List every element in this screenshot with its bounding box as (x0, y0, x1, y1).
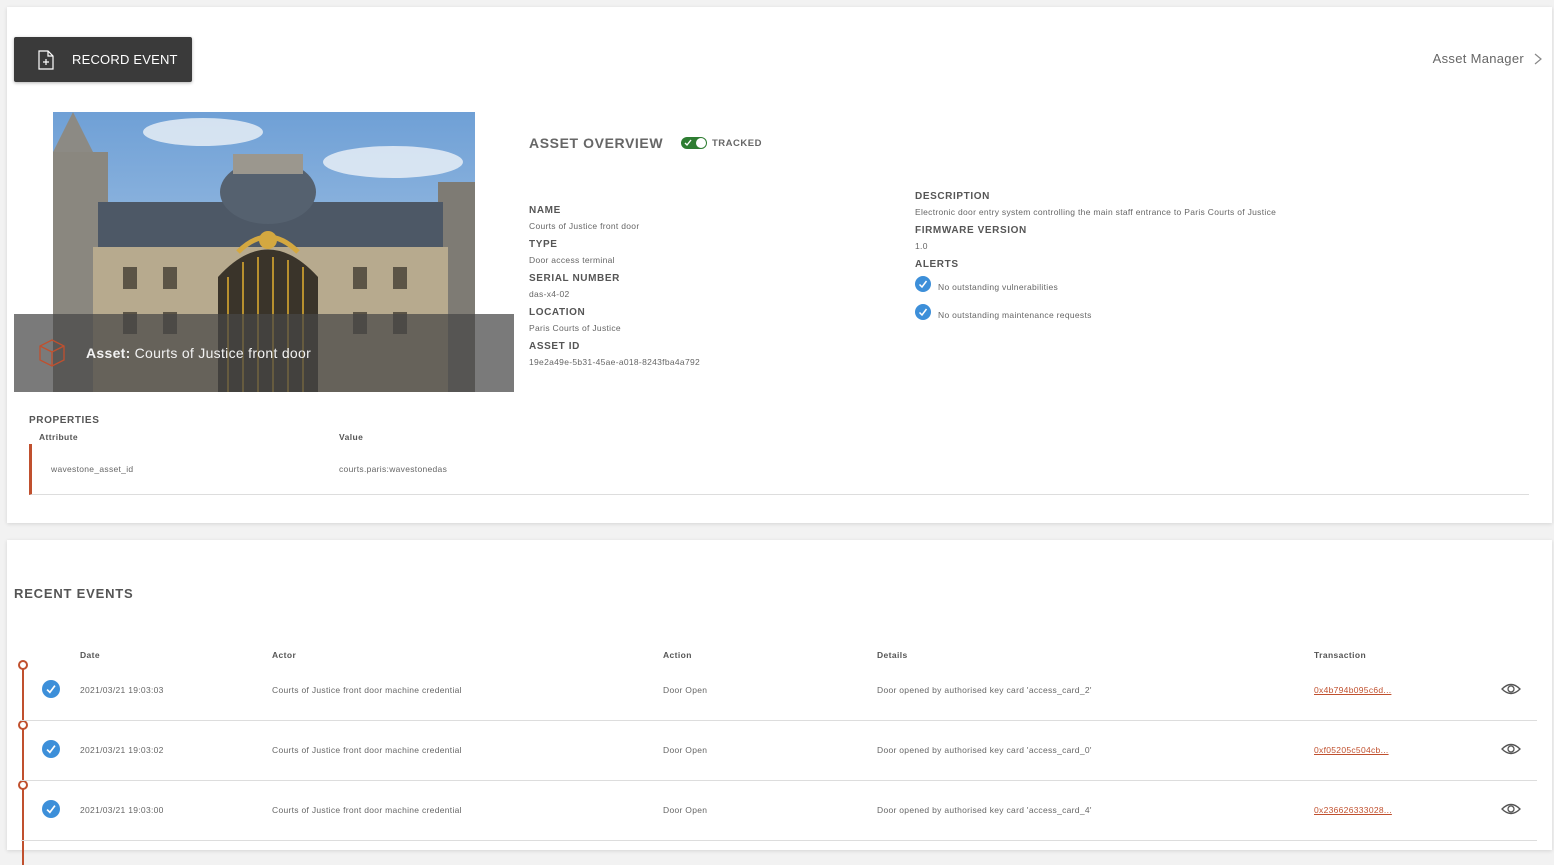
event-actor: Courts of Justice front door machine cre… (272, 745, 462, 755)
record-event-button[interactable]: RECORD EVENT (14, 37, 192, 82)
alert-text: No outstanding vulnerabilities (938, 282, 1059, 292)
col-transaction: Transaction (1314, 650, 1367, 660)
field-label: NAME (529, 205, 561, 216)
field-location: LOCATION Paris Courts of Justice (529, 307, 700, 341)
asset-overview-card: RECORD EVENT Asset Manager Asset: Courts… (7, 7, 1552, 523)
overview-fields-right: DESCRIPTION Electronic door entry system… (915, 191, 1276, 326)
event-details: Door opened by authorised key card 'acce… (877, 745, 1092, 755)
cube-icon (39, 339, 65, 367)
asset-caption-name: Courts of Justice front door (134, 345, 312, 361)
field-value: das-x4-02 (529, 289, 570, 299)
asset-caption: Asset: Courts of Justice front door (86, 345, 311, 361)
field-asset-id: ASSET ID 19e2a49e-5b31-45ae-a018-8243fba… (529, 341, 700, 375)
field-value: 1.0 (915, 241, 928, 251)
table-row[interactable]: 2021/03/21 19:03:03 Courts of Justice fr… (21, 660, 1537, 721)
tracked-status: TRACKED (681, 137, 762, 149)
event-action: Door Open (663, 745, 708, 755)
transaction-link[interactable]: 0x236626333028... (1314, 805, 1392, 815)
event-date: 2021/03/21 19:03:00 (80, 805, 164, 815)
eye-icon[interactable] (1501, 742, 1521, 756)
event-date: 2021/03/21 19:03:03 (80, 685, 164, 695)
eye-icon[interactable] (1501, 802, 1521, 816)
eye-icon[interactable] (1501, 682, 1521, 696)
field-label: SERIAL NUMBER (529, 273, 620, 284)
tracked-toggle[interactable] (681, 137, 707, 149)
field-name: NAME Courts of Justice front door (529, 205, 700, 239)
transaction-link[interactable]: 0x4b794b095c6d... (1314, 685, 1391, 695)
col-value: Value (339, 432, 364, 442)
properties-table: Attribute Value wavestone_asset_id court… (29, 432, 1529, 495)
field-label: TYPE (529, 239, 558, 250)
properties-title: PROPERTIES (29, 415, 100, 426)
field-firmware-version: FIRMWARE VERSION 1.0 (915, 225, 1276, 259)
chevron-right-icon (1534, 53, 1542, 64)
tracked-label: TRACKED (712, 137, 762, 149)
event-details: Door opened by authorised key card 'acce… (877, 685, 1092, 695)
overview-title: ASSET OVERVIEW (529, 135, 664, 151)
check-circle-icon (915, 304, 931, 320)
col-actor: Actor (272, 650, 297, 660)
property-value: courts.paris:wavestonedas (339, 464, 448, 474)
field-value: Paris Courts of Justice (529, 323, 621, 333)
event-details: Door opened by authorised key card 'acce… (877, 805, 1092, 815)
alerts-label: ALERTS (915, 259, 959, 270)
file-plus-icon (38, 49, 54, 70)
event-action: Door Open (663, 685, 708, 695)
event-date: 2021/03/21 19:03:02 (80, 745, 164, 755)
col-details: Details (877, 650, 908, 660)
field-value: Courts of Justice front door (529, 221, 640, 231)
table-row: wavestone_asset_id courts.paris:waveston… (29, 444, 1529, 495)
field-value: Electronic door entry system controlling… (915, 207, 1277, 217)
col-date: Date (80, 650, 101, 660)
properties-header: Attribute Value (29, 432, 1529, 444)
transaction-link[interactable]: 0xf05205c504cb... (1314, 745, 1389, 755)
property-attribute: wavestone_asset_id (51, 464, 134, 474)
alert-item: No outstanding maintenance requests (915, 298, 1276, 326)
col-attribute: Attribute (39, 432, 79, 442)
record-event-label: RECORD EVENT (72, 52, 178, 67)
check-icon (684, 139, 692, 147)
event-action: Door Open (663, 805, 708, 815)
field-serial-number: SERIAL NUMBER das-x4-02 (529, 273, 700, 307)
field-label: FIRMWARE VERSION (915, 225, 1027, 236)
asset-caption-bar: Asset: Courts of Justice front door (14, 314, 514, 392)
alert-item: No outstanding vulnerabilities (915, 270, 1276, 298)
field-type: TYPE Door access terminal (529, 239, 700, 273)
field-label: LOCATION (529, 307, 586, 318)
asset-manager-link[interactable]: Asset Manager (1433, 51, 1542, 66)
field-label: DESCRIPTION (915, 191, 990, 202)
recent-events-title: RECENT EVENTS (14, 586, 134, 601)
alert-text: No outstanding maintenance requests (938, 310, 1092, 320)
col-action: Action (663, 650, 692, 660)
event-actor: Courts of Justice front door machine cre… (272, 685, 462, 695)
table-row[interactable]: 2021/03/21 19:03:02 Courts of Justice fr… (21, 720, 1537, 781)
asset-caption-prefix: Asset: (86, 345, 131, 361)
overview-fields-left: NAME Courts of Justice front door TYPE D… (529, 205, 700, 375)
check-circle-icon (42, 740, 60, 758)
field-value: Door access terminal (529, 255, 615, 265)
recent-events-card: RECENT EVENTS Date Actor Action Details … (7, 540, 1552, 865)
check-circle-icon (42, 800, 60, 818)
table-row[interactable]: 2021/03/21 19:03:00 Courts of Justice fr… (21, 780, 1537, 841)
event-actor: Courts of Justice front door machine cre… (272, 805, 462, 815)
check-circle-icon (915, 276, 931, 292)
check-circle-icon (42, 680, 60, 698)
field-description: DESCRIPTION Electronic door entry system… (915, 191, 1276, 225)
asset-manager-label: Asset Manager (1432, 51, 1524, 66)
field-value: 19e2a49e-5b31-45ae-a018-8243fba4a792 (529, 357, 701, 367)
field-label: ASSET ID (529, 341, 580, 352)
